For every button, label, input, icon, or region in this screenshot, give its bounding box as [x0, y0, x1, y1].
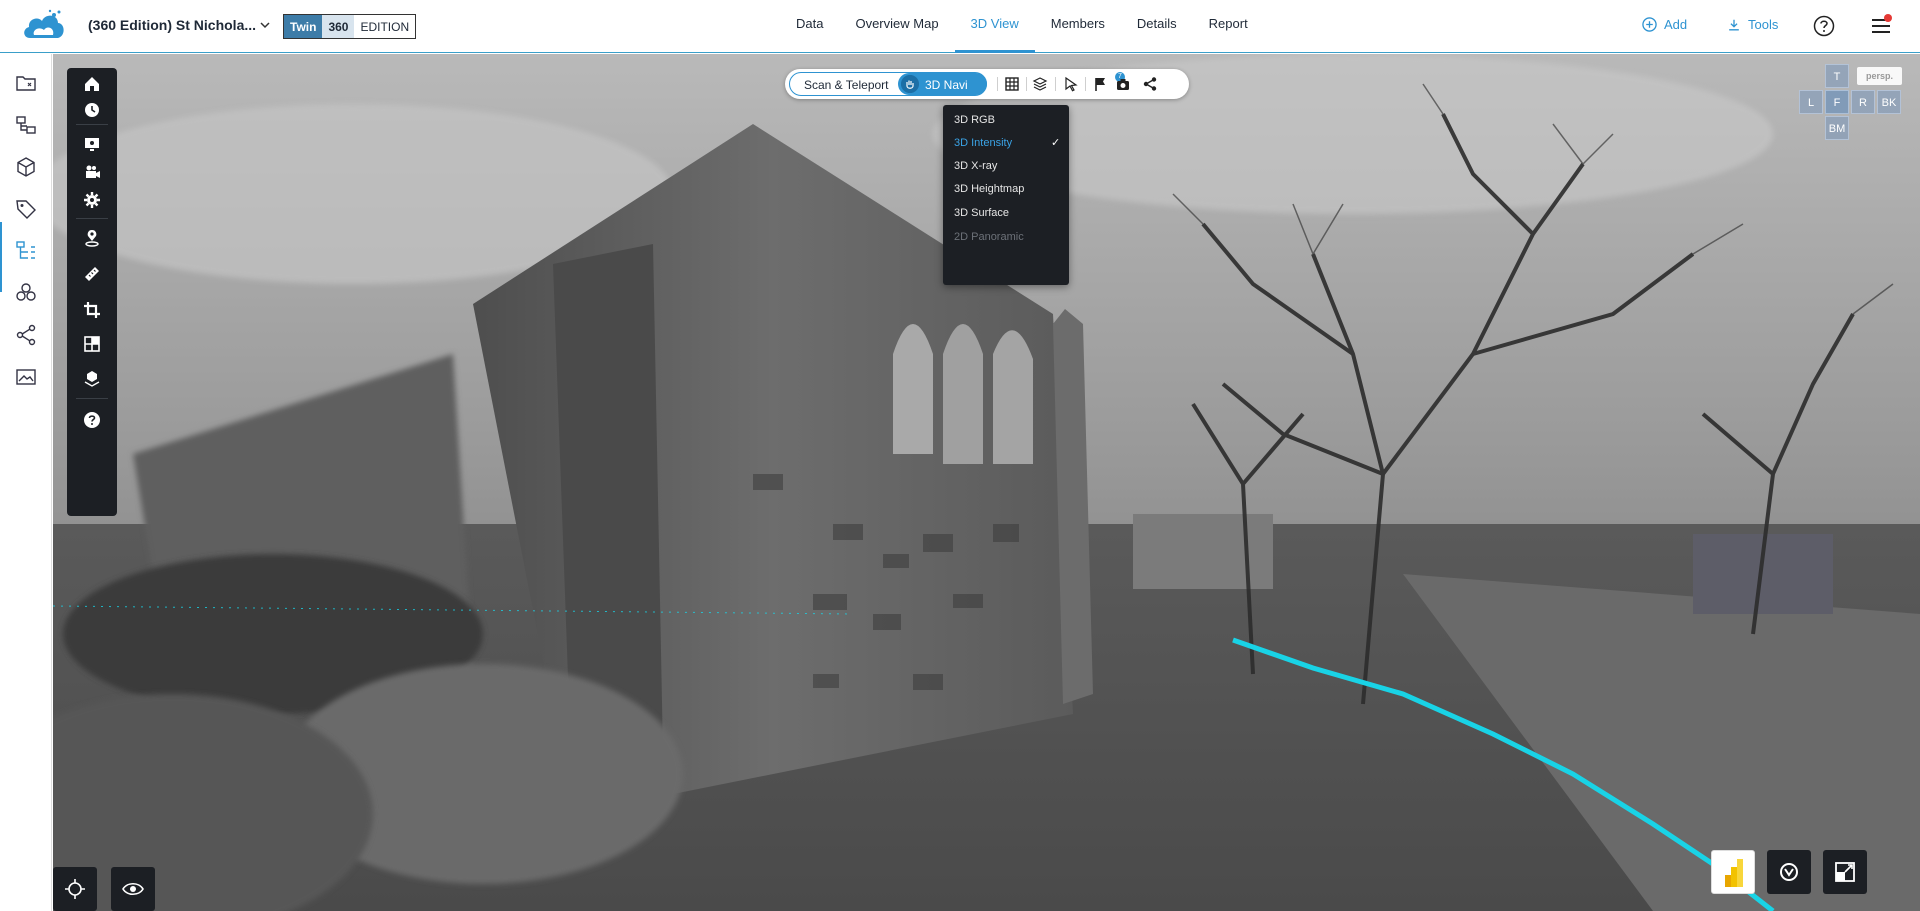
compass-icon — [1780, 863, 1798, 881]
ruler-icon[interactable] — [82, 264, 102, 284]
project-title[interactable]: (360 Edition) St Nichola... — [88, 17, 256, 33]
power-bi-icon — [1725, 859, 1743, 887]
app-logo-icon[interactable] — [20, 8, 68, 44]
crop-icon[interactable] — [82, 300, 102, 320]
object-scan-icon[interactable] — [82, 368, 102, 388]
cluster-icon[interactable] — [14, 281, 38, 305]
tab-overview-map[interactable]: Overview Map — [839, 0, 954, 53]
grid-icon[interactable] — [1004, 76, 1020, 92]
view-front-button[interactable]: F — [1825, 90, 1849, 114]
view-mode-menu: 3D RGB 3D Intensity ✓ 3D X-ray 3D Height… — [943, 105, 1069, 285]
divider — [1026, 77, 1027, 91]
crosshair-button[interactable] — [53, 867, 97, 911]
navigation-mode-toggle[interactable]: Scan & Teleport 3D Navi — [789, 72, 987, 96]
help-circle-icon[interactable] — [82, 410, 102, 430]
monitor-icon[interactable] — [82, 134, 102, 154]
add-button[interactable]: Add — [1642, 17, 1687, 32]
edition-360: 360 — [322, 15, 355, 38]
3d-navi-label: 3D Navi — [925, 78, 968, 92]
menu-item-3d-xray[interactable]: 3D X-ray — [954, 160, 997, 172]
add-label: Add — [1664, 17, 1688, 32]
fullscreen-button[interactable] — [1823, 850, 1867, 894]
divider — [76, 124, 108, 125]
menu-item-2d-panoramic: 2D Panoramic — [954, 231, 1024, 243]
layers-tree-icon[interactable] — [14, 113, 38, 137]
menu-item-3d-surface[interactable]: 3D Surface — [954, 207, 1009, 219]
menu-item-3d-intensity[interactable]: 3D Intensity — [954, 137, 1012, 149]
divider — [997, 77, 998, 91]
eye-icon — [122, 882, 144, 896]
visibility-button[interactable] — [111, 867, 155, 911]
view-right-button[interactable]: R — [1851, 90, 1875, 114]
gear-icon[interactable] — [82, 190, 102, 210]
video-camera-icon[interactable] — [82, 162, 102, 182]
scan-teleport-option[interactable]: Scan & Teleport — [804, 78, 889, 92]
crosshair-icon — [65, 879, 85, 899]
section-cut-icon[interactable] — [82, 334, 102, 354]
cube-icon[interactable] — [14, 155, 38, 179]
tab-details[interactable]: Details — [1121, 0, 1193, 53]
plus-circle-icon — [1642, 17, 1657, 32]
image-gallery-icon[interactable] — [14, 365, 38, 389]
chevron-down-icon[interactable] — [258, 18, 272, 32]
divider — [76, 218, 108, 219]
main-nav-tabs: Data Overview Map 3D View Members Detail… — [780, 0, 1264, 53]
view-back-button[interactable]: BK — [1877, 90, 1901, 114]
tag-icon[interactable] — [14, 197, 38, 221]
folder-map-icon[interactable] — [14, 71, 38, 95]
3d-viewport[interactable]: Scan & Teleport 3D Navi 7 3D RGB 3D Inte… — [53, 54, 1920, 911]
rail-active-indicator — [0, 222, 2, 292]
checkmark-icon: ✓ — [1051, 137, 1061, 149]
powerbi-button[interactable] — [1711, 850, 1755, 894]
edition-label: EDITION — [354, 15, 416, 38]
home-icon[interactable] — [82, 74, 102, 94]
left-nav-rail — [0, 54, 52, 911]
divider — [1055, 77, 1056, 91]
navigation-hand-icon — [901, 75, 919, 93]
projection-toggle[interactable]: persp. — [1857, 67, 1902, 85]
edition-twin: Twin — [284, 15, 323, 38]
help-icon[interactable] — [1813, 15, 1835, 37]
notification-dot — [1884, 14, 1892, 22]
hierarchy-icon[interactable] — [14, 239, 38, 263]
tab-3d-view[interactable]: 3D View — [954, 0, 1035, 53]
download-icon — [1729, 19, 1739, 30]
tab-members[interactable]: Members — [1035, 0, 1121, 53]
menu-item-3d-rgb[interactable]: 3D RGB — [954, 114, 995, 126]
cursor-select-icon[interactable] — [1063, 76, 1079, 92]
view-top-button[interactable]: T — [1825, 64, 1849, 88]
flag-icon[interactable] — [1093, 76, 1109, 92]
menu-item-3d-heightmap[interactable]: 3D Heightmap — [954, 183, 1024, 195]
tools-button[interactable]: Tools — [1727, 17, 1778, 32]
view-left-button[interactable]: L — [1799, 90, 1823, 114]
expand-icon — [1835, 862, 1855, 882]
share-icon[interactable] — [1142, 76, 1158, 92]
tool-sidebar — [67, 68, 117, 516]
divider — [76, 398, 108, 399]
camera-icon[interactable] — [1115, 76, 1131, 92]
navigation-compass-button[interactable] — [1767, 850, 1811, 894]
divider — [1085, 77, 1086, 91]
layers-icon[interactable] — [1032, 76, 1048, 92]
edition-badge: Twin 360 EDITION — [283, 14, 417, 39]
tools-label: Tools — [1748, 17, 1779, 32]
clock-icon[interactable] — [82, 100, 102, 120]
top-header: (360 Edition) St Nichola... Twin 360 EDI… — [0, 0, 1920, 53]
share-nodes-icon[interactable] — [14, 323, 38, 347]
viewer-toolbar: Scan & Teleport 3D Navi 7 — [785, 69, 1189, 99]
location-pin-icon[interactable] — [82, 228, 102, 248]
tab-report[interactable]: Report — [1193, 0, 1264, 53]
3d-navi-option[interactable]: 3D Navi — [898, 73, 987, 95]
tab-data[interactable]: Data — [780, 0, 839, 53]
view-bottom-button[interactable]: BM — [1825, 116, 1849, 140]
